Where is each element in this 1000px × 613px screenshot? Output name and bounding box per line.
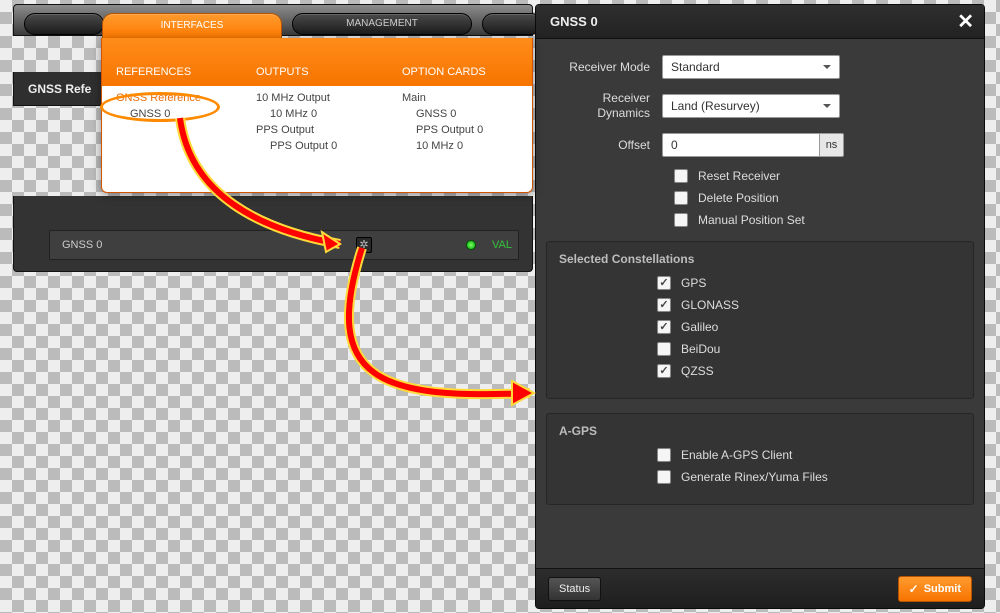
receiver-mode-select[interactable]: Standard <box>662 55 840 79</box>
receiver-dynamics-select[interactable]: Land (Resurvey) <box>662 94 840 118</box>
gps-label: GPS <box>681 276 706 290</box>
hdr-outputs: OUTPUTS <box>242 66 388 86</box>
offset-input[interactable]: 0 <box>662 133 820 157</box>
status-button[interactable]: Status <box>548 577 601 601</box>
tab-management[interactable]: MANAGEMENT <box>292 13 472 35</box>
link-card-10mhz0[interactable]: 10 MHz 0 <box>402 140 532 152</box>
hdr-option-cards: OPTION CARDS <box>388 66 532 86</box>
agps-section: A-GPS Enable A-GPS Client Generate Rinex… <box>546 413 974 505</box>
gear-icon[interactable]: ✲ <box>356 237 372 253</box>
check-icon: ✓ <box>909 582 919 596</box>
tab-stub-left[interactable] <box>24 13 104 35</box>
modal-title: GNSS 0 <box>550 14 598 29</box>
link-card-main[interactable]: Main <box>402 92 532 104</box>
modal-footer: Status ✓ Submit <box>536 568 984 608</box>
beidou-label: BeiDou <box>681 342 720 356</box>
agps-heading: A-GPS <box>547 414 973 448</box>
delete-position-checkbox[interactable] <box>674 191 688 205</box>
gnss-row[interactable]: GNSS 0 ✲ VAL <box>49 230 519 260</box>
link-card-gnss0[interactable]: GNSS 0 <box>402 108 532 120</box>
offset-unit: ns <box>820 133 844 157</box>
submit-button[interactable]: ✓ Submit <box>898 576 972 602</box>
link-10mhz0[interactable]: 10 MHz 0 <box>256 108 388 120</box>
link-pps0[interactable]: PPS Output 0 <box>256 140 388 152</box>
region-title: GNSS Refe <box>28 82 91 96</box>
reset-receiver-label: Reset Receiver <box>698 169 780 183</box>
link-card-pps0[interactable]: PPS Output 0 <box>402 124 532 136</box>
submit-label: Submit <box>924 583 961 595</box>
label-offset: Offset <box>554 138 662 153</box>
agps-client-label: Enable A-GPS Client <box>681 448 792 462</box>
interfaces-dropdown: REFERENCES OUTPUTS OPTION CARDS GNSS Ref… <box>101 38 533 193</box>
galileo-label: Galileo <box>681 320 718 334</box>
link-gnss-reference[interactable]: GNSS Reference <box>116 92 242 104</box>
beidou-checkbox[interactable] <box>657 342 671 356</box>
label-receiver-dynamics: Receiver Dynamics <box>554 91 662 121</box>
link-gnss0-ref[interactable]: GNSS 0 <box>116 108 242 120</box>
top-tab-bar: INTERFACES MANAGEMENT <box>13 4 533 36</box>
dropdown-header: REFERENCES OUTPUTS OPTION CARDS <box>102 38 532 86</box>
glonass-checkbox[interactable] <box>657 298 671 312</box>
constellations-section: Selected Constellations GPS GLONASS Gali… <box>546 241 974 399</box>
close-icon[interactable]: ✕ <box>957 12 974 32</box>
reset-receiver-checkbox[interactable] <box>674 169 688 183</box>
galileo-checkbox[interactable] <box>657 320 671 334</box>
link-10mhz-output[interactable]: 10 MHz Output <box>256 92 388 104</box>
gnss-row-label: GNSS 0 <box>62 239 102 251</box>
tab-interfaces[interactable]: INTERFACES <box>102 13 282 39</box>
status-light-icon <box>466 240 476 250</box>
modal-titlebar: GNSS 0 ✕ <box>536 5 984 39</box>
rinex-checkbox[interactable] <box>657 470 671 484</box>
tab-stub-right[interactable] <box>482 13 542 35</box>
manual-position-label: Manual Position Set <box>698 213 805 227</box>
gps-checkbox[interactable] <box>657 276 671 290</box>
status-text: VAL <box>492 239 512 251</box>
gnss0-modal: GNSS 0 ✕ Receiver Mode Standard Receiver… <box>535 4 985 609</box>
delete-position-label: Delete Position <box>698 191 779 205</box>
qzss-label: QZSS <box>681 364 714 378</box>
link-pps-output[interactable]: PPS Output <box>256 124 388 136</box>
manual-position-checkbox[interactable] <box>674 213 688 227</box>
rinex-label: Generate Rinex/Yuma Files <box>681 470 828 484</box>
glonass-label: GLONASS <box>681 298 739 312</box>
label-receiver-mode: Receiver Mode <box>554 60 662 75</box>
agps-client-checkbox[interactable] <box>657 448 671 462</box>
qzss-checkbox[interactable] <box>657 364 671 378</box>
left-app-fragment: INTERFACES MANAGEMENT GNSS Refe REFERENC… <box>13 4 533 272</box>
constellations-heading: Selected Constellations <box>547 242 973 276</box>
hdr-references: REFERENCES <box>102 66 242 86</box>
